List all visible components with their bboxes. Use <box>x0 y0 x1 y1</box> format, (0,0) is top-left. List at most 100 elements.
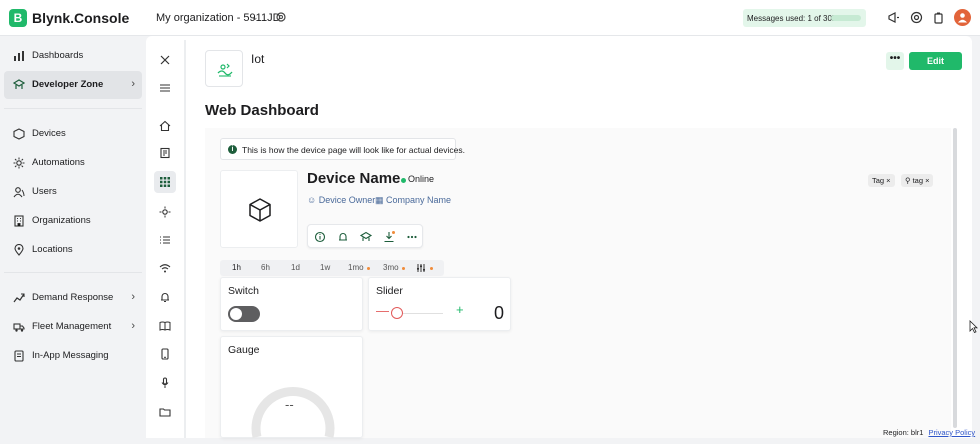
sidebar-item-devices[interactable]: Devices <box>4 120 142 148</box>
sidebar-item-label: Locations <box>32 244 73 255</box>
more-horizontal-icon[interactable] <box>405 230 419 244</box>
developer-zone-icon <box>13 79 25 89</box>
building-icon: ▦ <box>375 195 384 205</box>
sidebar-item-organizations[interactable]: Organizations <box>4 207 142 235</box>
gauge-widget[interactable]: Gauge -- <box>220 336 363 439</box>
device-name: Device Name <box>307 170 401 187</box>
tab-metadata[interactable] <box>154 229 176 251</box>
time-range-option[interactable]: 3mo <box>383 263 399 272</box>
sidebar-item-label: Fleet Management <box>32 321 112 332</box>
developer-zone-icon[interactable] <box>359 230 373 244</box>
hamburger-icon <box>160 84 170 92</box>
tab-assets[interactable] <box>154 401 176 423</box>
messages-usage-label: Messages used: 1 of 30k <box>747 14 836 23</box>
slider-value: 0 <box>494 303 505 323</box>
logo-icon[interactable]: B <box>9 9 27 27</box>
avatar[interactable] <box>954 9 971 26</box>
messages-usage-badge[interactable]: Messages used: 1 of 30k <box>743 9 866 27</box>
gear-icon[interactable] <box>275 11 287 23</box>
tab-home[interactable] <box>154 115 176 137</box>
privacy-policy-link[interactable]: Privacy Policy <box>928 428 975 437</box>
more-options-button[interactable]: ••• <box>886 52 904 70</box>
slider-increment-button[interactable]: + <box>456 302 464 317</box>
sidebar-item-label: Dashboards <box>32 50 84 61</box>
sidebar-item-demand-response[interactable]: Demand Response › <box>4 284 142 312</box>
device-actions-bar <box>307 224 423 248</box>
menu-button[interactable] <box>154 77 176 99</box>
sidebar-item-developer-zone[interactable]: Developer Zone › <box>4 71 142 99</box>
tab-connectivity[interactable] <box>154 257 176 279</box>
template-nav-column <box>146 36 184 438</box>
automations-icon <box>13 157 25 169</box>
messages-usage-bar <box>831 15 861 21</box>
users-icon <box>13 187 25 198</box>
tag-chip[interactable]: Tag × <box>868 174 895 187</box>
main-panel: Iot ••• Edit Web Dashboard i This is how… <box>146 36 972 439</box>
tab-voice[interactable] <box>154 372 176 394</box>
user-icon: ☺ <box>307 195 317 205</box>
bell-icon[interactable] <box>336 230 350 244</box>
top-bar: B Blynk.Console My organization - 5911JD… <box>0 0 980 36</box>
sidebar-item-fleet-management[interactable]: Fleet Management › <box>4 313 142 341</box>
sidebar-divider <box>4 108 142 109</box>
time-range-option[interactable]: 6h <box>261 263 270 272</box>
tab-events[interactable] <box>154 286 176 308</box>
slider-widget[interactable]: Slider — + 0 <box>368 277 511 331</box>
gauge-value: -- <box>285 397 294 412</box>
sidebar-item-in-app-messaging[interactable]: In-App Messaging <box>4 342 142 370</box>
tab-datastreams[interactable] <box>154 142 176 164</box>
sidebar-item-locations[interactable]: Locations <box>4 236 142 264</box>
bar-chart-icon <box>14 51 24 61</box>
vertical-scrollbar[interactable] <box>953 128 957 428</box>
device-owner-link[interactable]: ☺ Device Owner <box>307 195 375 205</box>
clipboard-icon[interactable] <box>932 11 945 24</box>
time-range-option[interactable]: 1h <box>232 263 241 272</box>
tab-docs[interactable] <box>154 315 176 337</box>
download-icon[interactable] <box>382 230 396 244</box>
bell-icon <box>161 293 169 303</box>
datastreams-icon <box>160 147 170 159</box>
template-image[interactable] <box>205 50 243 87</box>
time-range-option[interactable]: 1mo <box>348 263 364 272</box>
column-divider <box>184 40 186 438</box>
folder-icon <box>159 408 171 417</box>
sidebar-item-automations[interactable]: Automations <box>4 149 142 177</box>
time-range-option[interactable]: 1d <box>291 263 300 272</box>
info-icon[interactable] <box>313 230 327 244</box>
messaging-icon <box>14 350 24 362</box>
sliders-icon[interactable] <box>416 263 426 273</box>
megaphone-icon[interactable] <box>887 11 900 24</box>
info-banner: i This is how the device page will look … <box>220 138 465 160</box>
truck-icon <box>13 323 25 332</box>
tag-icon: ⚲ <box>905 176 911 185</box>
sidebar-item-label: Automations <box>32 157 85 168</box>
list-icon <box>160 236 170 244</box>
tab-mobile[interactable] <box>154 343 176 365</box>
edit-button[interactable]: Edit <box>909 52 962 70</box>
template-icon <box>217 63 233 77</box>
organization-selector[interactable]: My organization - 5911JD <box>156 12 281 24</box>
chevron-down-icon[interactable]: ⌄ <box>251 12 259 23</box>
slider-decrement-button[interactable]: — <box>376 303 389 318</box>
sidebar-item-dashboards[interactable]: Dashboards <box>4 42 142 70</box>
slider-handle[interactable] <box>391 307 403 319</box>
help-lifebuoy-icon[interactable] <box>910 11 923 24</box>
section-title: Web Dashboard <box>205 102 319 119</box>
premium-indicator-dot <box>402 267 405 270</box>
company-name-link[interactable]: ▦ Company Name <box>375 195 451 206</box>
time-range-option[interactable]: 1w <box>320 263 330 272</box>
tab-automation[interactable] <box>154 201 176 223</box>
premium-indicator-dot <box>367 267 370 270</box>
close-button[interactable] <box>154 49 176 71</box>
widget-title: Switch <box>228 285 259 297</box>
switch-toggle[interactable] <box>228 306 260 322</box>
tab-web-dashboard[interactable] <box>154 171 176 193</box>
close-icon <box>160 55 170 65</box>
widget-title: Gauge <box>228 344 260 356</box>
app-name[interactable]: Blynk.Console <box>32 10 129 26</box>
time-range-selector: 1h 6h 1d 1w 1mo 3mo <box>220 260 444 276</box>
online-status-dot <box>401 178 406 183</box>
switch-widget[interactable]: Switch <box>220 277 363 331</box>
sidebar-item-users[interactable]: Users <box>4 178 142 206</box>
tag-chip[interactable]: ⚲ tag × <box>901 174 934 187</box>
